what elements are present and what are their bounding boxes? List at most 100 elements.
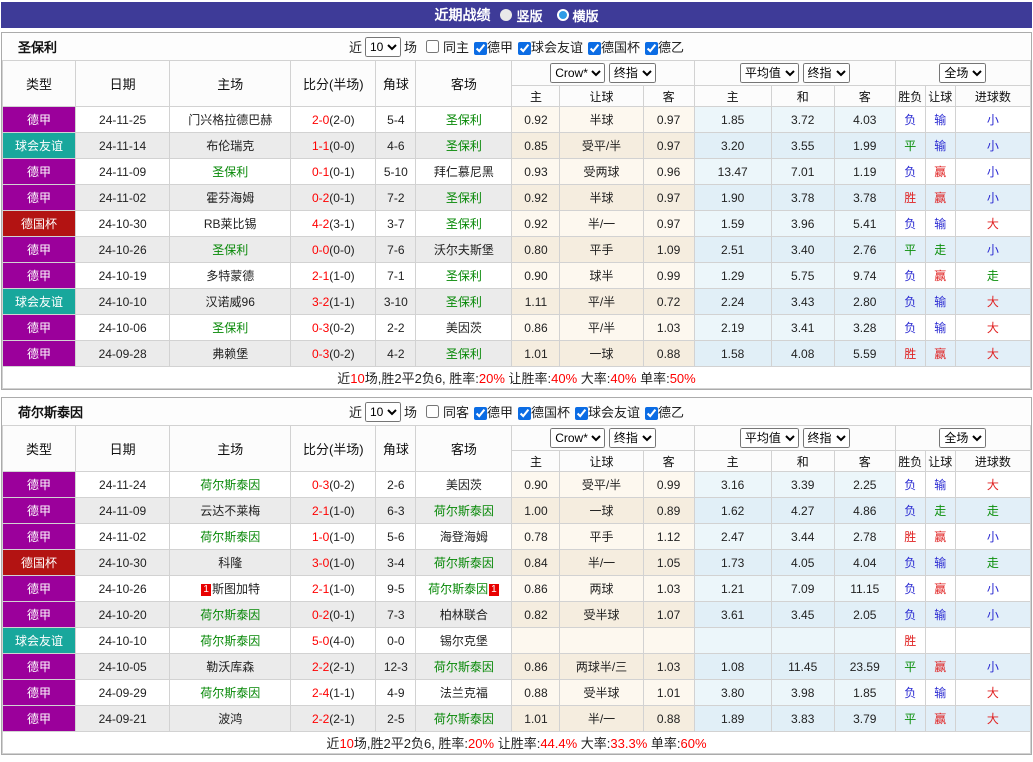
corner-count: 2-6 xyxy=(375,471,417,498)
odds-company-select[interactable]: Crow* xyxy=(550,428,606,448)
odds-handicap-value xyxy=(559,627,644,654)
section-st-pauli: 圣保利 近 10 场 同主 德甲 球会友谊 德国杯 德乙 类型 日期 主场 比分… xyxy=(1,32,1032,390)
match-count-select[interactable]: 10 xyxy=(364,401,401,422)
odds-final-select[interactable]: 终指 xyxy=(608,428,656,448)
team-name-text: RB莱比锡 xyxy=(203,217,257,231)
col-header-corner: 角球 xyxy=(375,60,417,107)
match-score: 0-1(0-1) xyxy=(290,158,377,185)
red-card-badge: 1 xyxy=(489,584,499,596)
sub-header-odds-home: 主 xyxy=(511,450,561,472)
radio-vertical-label: 竖版 xyxy=(516,8,543,24)
average-select[interactable]: 平均值 xyxy=(739,428,799,448)
league-checkbox-0[interactable] xyxy=(473,42,487,56)
match-score: 5-0(4-0) xyxy=(290,627,377,654)
team-name-text: 柏林联合 xyxy=(439,608,488,622)
halftime-score: (0-2) xyxy=(329,346,355,361)
match-score: 2-4(1-1) xyxy=(290,679,377,706)
odds-home-value: 0.86 xyxy=(511,653,561,680)
result-handicap: 输 xyxy=(924,314,956,341)
odds-company-header: Crow* 终指 xyxy=(511,425,695,451)
match-count-select[interactable]: 10 xyxy=(364,36,401,57)
team-name-text: 锡尔克堡 xyxy=(439,634,488,648)
match-score: 2-2(2-1) xyxy=(290,705,377,732)
avg-away-value xyxy=(833,627,896,654)
result-handicap: 输 xyxy=(924,132,956,159)
odds-handicap-value: 半/一 xyxy=(559,210,644,237)
league-checkbox-1[interactable] xyxy=(518,407,531,421)
halftime-score: (1-0) xyxy=(329,555,355,570)
odds-away-value: 1.03 xyxy=(642,653,695,680)
league-filter-2: 球会友谊 xyxy=(573,402,640,421)
fulltime-score: 2-0 xyxy=(311,112,330,127)
result-wdl: 负 xyxy=(894,497,926,524)
halftime-score: (2-1) xyxy=(329,659,355,674)
result-handicap: 输 xyxy=(924,471,956,498)
sub-header-avg-away: 客 xyxy=(833,85,896,107)
odds-home-value: 0.90 xyxy=(511,262,561,289)
league-type-badge: 德甲 xyxy=(1,653,77,680)
odds-company-select[interactable]: Crow* xyxy=(550,63,606,83)
fulltime-select[interactable]: 全场 xyxy=(939,428,987,448)
radio-selected-icon[interactable] xyxy=(556,9,569,21)
league-checkbox-0[interactable] xyxy=(473,407,487,421)
result-goals: 大 xyxy=(954,471,1032,498)
league-type-badge: 德甲 xyxy=(1,158,77,185)
avg-away-value: 4.03 xyxy=(833,106,896,133)
fulltime-score: 2-4 xyxy=(311,685,330,700)
match-score: 2-2(2-1) xyxy=(290,653,377,680)
league-checkbox-2[interactable] xyxy=(588,42,602,56)
odds-home-value: 0.82 xyxy=(511,601,561,628)
average-odds-header: 平均值 终指 xyxy=(693,60,896,86)
sub-header-avg-home: 主 xyxy=(693,450,772,472)
result-wdl: 胜 xyxy=(894,627,926,654)
avg-draw-value: 4.27 xyxy=(770,497,835,524)
match-date: 24-10-30 xyxy=(75,210,171,237)
corner-count: 4-6 xyxy=(375,132,417,159)
odds-handicap-value: 受平/半 xyxy=(559,132,644,159)
match-date: 24-10-20 xyxy=(75,601,171,628)
league-type-badge: 德甲 xyxy=(1,523,77,550)
fulltime-score: 1-0 xyxy=(311,529,330,544)
same-venue-checkbox[interactable] xyxy=(425,405,439,418)
avg-home-value: 3.80 xyxy=(693,679,772,706)
fulltime-score: 2-2 xyxy=(311,659,330,674)
league-checkbox-3[interactable] xyxy=(645,407,659,421)
team-name-text: 布伦瑞克 xyxy=(206,139,255,153)
average-final-select[interactable]: 终指 xyxy=(802,63,850,83)
result-wdl: 负 xyxy=(894,210,926,237)
avg-away-value: 1.19 xyxy=(833,158,896,185)
league-filter-2: 德国杯 xyxy=(586,37,640,56)
odds-handicap-value: 平/半 xyxy=(559,314,644,341)
result-wdl: 平 xyxy=(894,132,926,159)
result-wdl: 负 xyxy=(894,601,926,628)
page-title: 近期战绩 xyxy=(434,7,491,23)
radio-option-horizontal[interactable]: 横版 xyxy=(556,6,599,25)
col-header-away: 客场 xyxy=(415,425,513,472)
col-header-type: 类型 xyxy=(1,60,77,107)
result-goals: 小 xyxy=(954,653,1032,680)
same-venue-checkbox[interactable] xyxy=(425,40,439,53)
sub-header-result-wdl: 胜负 xyxy=(894,85,926,107)
result-goals: 大 xyxy=(954,705,1032,732)
league-checkbox-3[interactable] xyxy=(645,42,659,56)
average-final-select[interactable]: 终指 xyxy=(802,428,850,448)
result-goals: 小 xyxy=(954,184,1032,211)
league-checkbox-2[interactable] xyxy=(575,407,589,421)
avg-draw-value: 5.75 xyxy=(770,262,835,289)
away-team: 拜仁慕尼黑 xyxy=(415,158,513,185)
radio-option-vertical[interactable]: 竖版 xyxy=(500,6,543,25)
team-name-text: 圣保利 xyxy=(445,295,482,309)
odds-away-value: 0.88 xyxy=(642,705,695,732)
odds-final-select[interactable]: 终指 xyxy=(608,63,656,83)
avg-away-value: 1.99 xyxy=(833,132,896,159)
average-select[interactable]: 平均值 xyxy=(739,63,799,83)
fulltime-select[interactable]: 全场 xyxy=(939,63,987,83)
avg-away-value: 2.76 xyxy=(833,236,896,263)
league-checkbox-1[interactable] xyxy=(518,42,531,56)
col-header-home: 主场 xyxy=(169,60,292,107)
radio-unselected-icon[interactable] xyxy=(500,9,513,21)
result-wdl: 平 xyxy=(894,705,926,732)
match-row: 球会友谊 24-11-14 布伦瑞克 1-1(0-0) 4-6 圣保利 0.85 受平/半 0.… xyxy=(1,132,1032,159)
home-team: 布伦瑞克 xyxy=(169,132,292,159)
match-row: 德甲 24-11-02 荷尔斯泰因 1-0(1-0) 5-6 海登海姆 0.78 平手 1.12… xyxy=(1,523,1032,550)
